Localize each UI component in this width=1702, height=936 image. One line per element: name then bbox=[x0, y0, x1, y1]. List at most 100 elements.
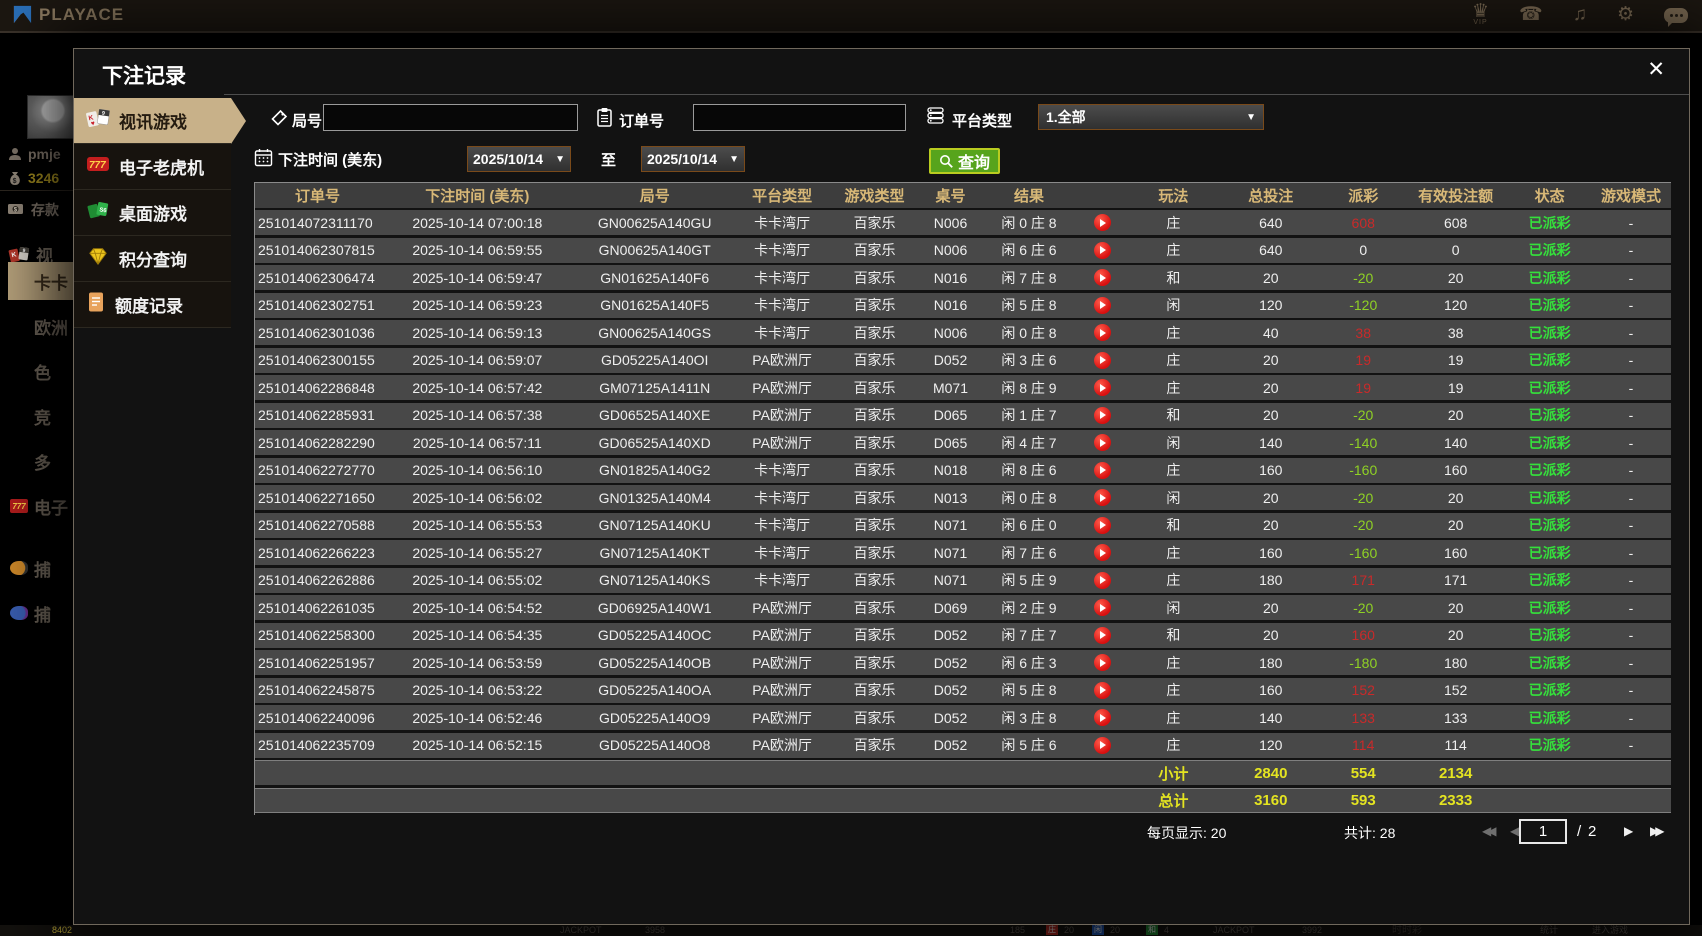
avatar bbox=[27, 95, 79, 139]
prev-page-button[interactable]: ◀ bbox=[1510, 824, 1519, 838]
cell-6: 闲 2 庄 9 bbox=[1001, 599, 1057, 616]
first-page-button[interactable]: ◀◀ bbox=[1482, 824, 1497, 838]
play-button[interactable] bbox=[1093, 269, 1111, 286]
cell-6: 闲 5 庄 6 bbox=[1001, 737, 1057, 753]
tab-额度记录[interactable]: 额度记录 bbox=[74, 282, 231, 328]
cell-11: 180 bbox=[1443, 654, 1468, 671]
page-number-input[interactable] bbox=[1519, 819, 1567, 844]
cell-4: 百家乐 bbox=[853, 324, 896, 341]
cell-13: - bbox=[1628, 242, 1634, 258]
cell-3: 卡卡湾厅 bbox=[754, 489, 811, 506]
round-no-input[interactable] bbox=[323, 104, 578, 131]
play-button[interactable] bbox=[1093, 489, 1111, 506]
vip-icon[interactable]: ♛ VIP bbox=[1472, 2, 1489, 26]
cell-12: 已派彩 bbox=[1528, 269, 1571, 286]
cell-3: 卡卡湾厅 bbox=[754, 269, 811, 286]
cell-11: 140 bbox=[1443, 434, 1468, 451]
music-icon[interactable]: ♫ bbox=[1573, 5, 1587, 24]
deposit-row[interactable]: $ 存款 bbox=[8, 200, 59, 220]
last-page-button[interactable]: ▶▶ bbox=[1650, 824, 1665, 838]
cell-10: -20 bbox=[1353, 599, 1374, 616]
play-button[interactable] bbox=[1093, 544, 1111, 561]
tab-视讯游戏[interactable]: K ♥ 9 视讯游戏 bbox=[74, 98, 246, 144]
bet-table: 订单号 下注时间 (美东) 局号 平台类型 游戏类型 桌号 结果 玩法 总投注 派彩 有效投注额 状态… bbox=[254, 182, 1671, 815]
search-button[interactable]: 查询 bbox=[929, 148, 1001, 174]
close-icon[interactable]: ✕ bbox=[1647, 57, 1665, 82]
cell-8: 和 bbox=[1166, 627, 1181, 643]
cell-2: GN07125A140KS bbox=[599, 572, 711, 588]
play-button[interactable] bbox=[1093, 434, 1111, 451]
cell-11: 152 bbox=[1443, 682, 1468, 698]
table-row: 251014062286848 2025-10-14 06:57:42 GM0712… bbox=[255, 375, 1671, 400]
cards-icon: K ♥ 9 bbox=[86, 107, 110, 135]
play-cell bbox=[1076, 678, 1128, 703]
tab-积分查询[interactable]: 积分查询 bbox=[74, 236, 231, 282]
cell-6: 闲 1 庄 7 bbox=[1001, 407, 1057, 423]
balance-row: $ 3246 bbox=[8, 170, 59, 186]
cell-13: - bbox=[1628, 599, 1634, 616]
play-button[interactable] bbox=[1093, 406, 1111, 424]
tab-电子老虎机[interactable]: 777 电子老虎机 bbox=[74, 144, 231, 190]
play-button[interactable] bbox=[1093, 681, 1111, 699]
username-row: pmje bbox=[8, 146, 61, 162]
tab-桌面游戏[interactable]: S6 桌面游戏 bbox=[74, 190, 231, 236]
cell-3: PA欧洲厅 bbox=[752, 599, 812, 616]
cell-0: 251014062266223 bbox=[258, 544, 375, 561]
cell-13: - bbox=[1628, 462, 1634, 478]
table-row: 251014062271650 2025-10-14 06:56:02 GN0132… bbox=[255, 485, 1671, 510]
play-button[interactable] bbox=[1093, 571, 1111, 589]
cell-6: 闲 8 庄 9 bbox=[1001, 379, 1057, 396]
play-button[interactable] bbox=[1093, 296, 1111, 314]
play-button[interactable] bbox=[1093, 654, 1111, 671]
chat-icon[interactable] bbox=[1664, 5, 1688, 27]
cell-5: D069 bbox=[933, 599, 968, 616]
cell-12: 已派彩 bbox=[1528, 297, 1571, 313]
cell-0: 251014062302751 bbox=[258, 297, 375, 313]
play-cell bbox=[1076, 568, 1128, 593]
play-button[interactable] bbox=[1093, 461, 1111, 479]
play-button[interactable] bbox=[1093, 626, 1111, 644]
order-no-input[interactable] bbox=[693, 104, 906, 131]
play-button[interactable] bbox=[1093, 324, 1111, 341]
brand-logo[interactable]: PLAYACE bbox=[12, 4, 124, 25]
cell-0: 251014062251957 bbox=[258, 654, 375, 671]
date-from-select[interactable]: 2025/10/14 ▼ bbox=[467, 146, 571, 172]
next-page-button[interactable]: ▶ bbox=[1624, 824, 1633, 838]
summary-cell: 2134 bbox=[1438, 764, 1473, 782]
play-button[interactable] bbox=[1093, 736, 1111, 754]
play-button[interactable] bbox=[1093, 351, 1111, 369]
date-to-select[interactable]: 2025/10/14 ▼ bbox=[641, 146, 745, 172]
play-button[interactable] bbox=[1093, 241, 1111, 259]
cell-10: -20 bbox=[1353, 489, 1374, 506]
cell-6: 闲 6 庄 6 bbox=[1001, 242, 1057, 258]
cell-12: 已派彩 bbox=[1528, 627, 1571, 643]
cell-13: - bbox=[1628, 297, 1634, 313]
fish2-icon bbox=[10, 606, 28, 620]
cell-6: 闲 6 庄 0 bbox=[1001, 517, 1057, 533]
cell-12: 已派彩 bbox=[1528, 682, 1571, 698]
play-button[interactable] bbox=[1093, 214, 1111, 231]
service-icon[interactable]: ☎ bbox=[1519, 5, 1543, 24]
cell-4: 百家乐 bbox=[853, 517, 896, 533]
calendar-icon bbox=[254, 148, 273, 172]
platform-type-select[interactable]: 1.全部 ▼ bbox=[1038, 104, 1264, 130]
table-row: 251014062302751 2025-10-14 06:59:23 GN0162… bbox=[255, 292, 1671, 318]
cell-13: - bbox=[1628, 324, 1634, 341]
lobby-menu-label: 电子 bbox=[34, 498, 68, 518]
cell-8: 闲 bbox=[1166, 434, 1181, 451]
lobby-menu-label: 捕 bbox=[34, 560, 51, 580]
cell-8: 闲 bbox=[1166, 489, 1181, 506]
cell-3: 卡卡湾厅 bbox=[754, 297, 811, 313]
cell-2: GN01325A140M4 bbox=[598, 489, 711, 506]
play-button[interactable] bbox=[1093, 599, 1111, 616]
play-button[interactable] bbox=[1093, 709, 1111, 726]
play-button[interactable] bbox=[1093, 516, 1111, 534]
play-button[interactable] bbox=[1093, 379, 1111, 396]
cell-13: - bbox=[1628, 407, 1634, 423]
settings-icon[interactable]: ⚙ bbox=[1617, 5, 1634, 24]
divider bbox=[0, 190, 73, 191]
cell-11: 0 bbox=[1451, 242, 1460, 258]
cell-1: 2025-10-14 06:52:15 bbox=[412, 737, 543, 753]
lobby-menu-label: 欧洲 bbox=[34, 318, 68, 338]
cell-11: 171 bbox=[1443, 572, 1468, 588]
